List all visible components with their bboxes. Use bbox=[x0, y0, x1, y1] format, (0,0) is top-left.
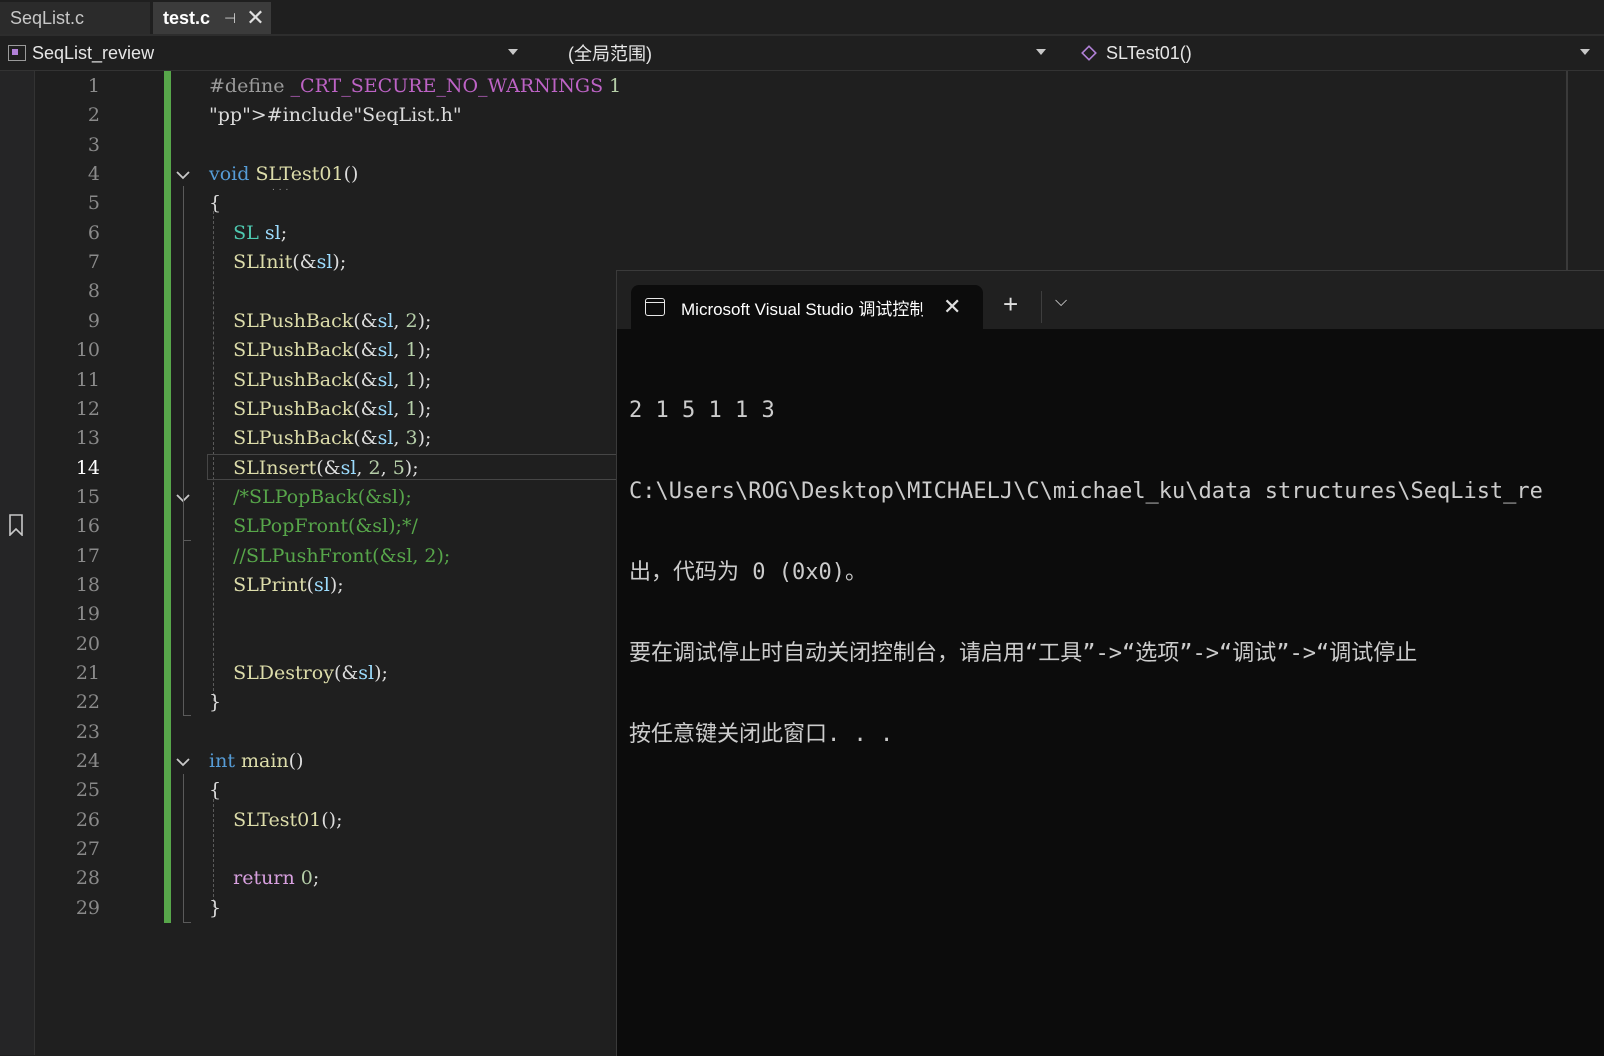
line-number: 3 bbox=[87, 133, 100, 156]
output-line: 出，代码为 0 (0x0)。 bbox=[629, 560, 867, 585]
chevron-down-icon[interactable] bbox=[1036, 49, 1046, 55]
bookmark-icon[interactable] bbox=[8, 514, 24, 536]
line-number: 18 bbox=[75, 573, 100, 596]
line-number: 25 bbox=[75, 779, 100, 802]
change-tracking-bar bbox=[164, 71, 171, 923]
line-number: 13 bbox=[75, 427, 100, 450]
project-dropdown[interactable]: SeqList_review bbox=[4, 39, 532, 67]
line-number: 21 bbox=[75, 662, 100, 684]
project-name: SeqList_review bbox=[32, 42, 155, 63]
line-number: 24 bbox=[75, 750, 100, 773]
outline-guide-end bbox=[183, 540, 191, 541]
line-number: 20 bbox=[75, 632, 100, 655]
code-line[interactable]: SLInsert(&sl, 2, 5); bbox=[209, 457, 418, 479]
chevron-down-icon[interactable] bbox=[1580, 49, 1590, 55]
tab-test-c[interactable]: test.c ⊣ ✕ bbox=[153, 2, 271, 34]
tab-seqlist-c[interactable]: SeqList.c bbox=[0, 2, 150, 34]
output-line: 按任意键关闭此窗口. . . bbox=[629, 722, 894, 747]
code-line[interactable]: { bbox=[209, 192, 221, 214]
code-line[interactable]: SLDestroy(&sl); bbox=[209, 662, 388, 684]
chevron-down-icon[interactable]: ⌵ bbox=[1055, 293, 1067, 311]
output-line: 要在调试停止时自动关闭控制台，请启用“工具”->“选项”->“调试”->“调试停… bbox=[629, 641, 1418, 666]
project-icon bbox=[8, 45, 26, 61]
outline-guide bbox=[183, 512, 184, 540]
code-line[interactable]: int main() bbox=[209, 750, 304, 772]
line-number: 17 bbox=[75, 544, 100, 567]
line-number: 29 bbox=[75, 896, 100, 919]
line-number: 11 bbox=[75, 368, 100, 391]
outline-guide bbox=[183, 774, 184, 922]
titlebar-divider bbox=[1041, 291, 1042, 323]
code-line[interactable]: //SLPushFront(&sl, 2); bbox=[209, 545, 450, 567]
code-line[interactable]: } bbox=[209, 897, 221, 919]
code-line[interactable]: SL sl; bbox=[209, 222, 287, 244]
tab-underline bbox=[0, 34, 1604, 36]
code-line[interactable]: SLPushBack(&sl, 1); bbox=[209, 398, 431, 420]
code-line[interactable]: SLPushBack(&sl, 3); bbox=[209, 427, 431, 449]
line-number: 2 bbox=[87, 104, 100, 127]
terminal-titlebar: Microsoft Visual Studio 调试控制台 ✕ + ⌵ bbox=[617, 271, 1604, 329]
line-number: 15 bbox=[75, 485, 100, 508]
code-line[interactable]: return 0; bbox=[209, 867, 319, 889]
line-number: 4 bbox=[87, 163, 100, 186]
scope-label: (全局范围) bbox=[568, 44, 652, 64]
line-number: 22 bbox=[75, 691, 100, 714]
tab-label: SeqList.c bbox=[10, 7, 85, 28]
output-line: 2 1 5 1 1 3 bbox=[629, 398, 775, 423]
code-line[interactable]: #define _CRT_SECURE_NO_WARNINGS 1 bbox=[209, 75, 621, 97]
member-label: SLTest01() bbox=[1106, 42, 1192, 63]
scope-dropdown[interactable]: (全局范围) bbox=[540, 39, 1060, 67]
line-number: 9 bbox=[87, 309, 100, 332]
code-line[interactable]: /*SLPopBack(&sl); bbox=[209, 486, 412, 508]
chevron-down-icon[interactable] bbox=[508, 49, 518, 55]
line-number: 26 bbox=[75, 808, 100, 831]
terminal-icon bbox=[645, 298, 665, 316]
terminal-tab[interactable]: Microsoft Visual Studio 调试控制台 ✕ bbox=[631, 285, 983, 329]
code-line[interactable]: void SLTest01() bbox=[209, 163, 358, 185]
navigation-bar: SeqList_review (全局范围) SLTest01() bbox=[0, 37, 1604, 71]
line-number: 16 bbox=[75, 515, 100, 538]
code-line[interactable]: SLTest01(); bbox=[209, 809, 342, 831]
member-dropdown[interactable]: SLTest01() bbox=[1074, 39, 1604, 67]
code-line[interactable]: SLPushBack(&sl, 1); bbox=[209, 369, 431, 391]
plus-icon[interactable]: + bbox=[1003, 289, 1018, 320]
line-number: 7 bbox=[87, 251, 100, 274]
code-line[interactable]: SLPrint(sl); bbox=[209, 574, 344, 596]
line-number: 12 bbox=[75, 397, 100, 420]
output-line: C:\Users\ROG\Desktop\MICHAELJ\C\michael_… bbox=[629, 479, 1543, 504]
line-number: 14 bbox=[75, 456, 100, 479]
line-number: 23 bbox=[75, 720, 100, 743]
indicator-margin[interactable] bbox=[0, 71, 35, 1055]
line-number: 10 bbox=[75, 339, 100, 362]
line-number: 1 bbox=[87, 75, 100, 97]
tab-label: test.c bbox=[163, 7, 211, 28]
vertical-scrollbar[interactable] bbox=[1566, 71, 1568, 271]
debug-console-window[interactable]: Microsoft Visual Studio 调试控制台 ✕ + ⌵ 2 1 … bbox=[616, 270, 1604, 1056]
code-line[interactable]: } bbox=[209, 691, 221, 713]
outline-guide bbox=[183, 186, 184, 715]
fold-chevron-icon[interactable] bbox=[175, 754, 191, 770]
code-line[interactable]: SLPushBack(&sl, 1); bbox=[209, 339, 431, 361]
line-number: 5 bbox=[87, 192, 100, 215]
code-line[interactable]: "pp">#include"SeqList.h" bbox=[209, 104, 462, 126]
outline-guide-end bbox=[183, 715, 191, 716]
code-line[interactable]: SLPopFront(&sl);*/ bbox=[209, 515, 418, 537]
line-number: 27 bbox=[75, 838, 100, 861]
outline-guide-end bbox=[183, 922, 191, 923]
close-icon[interactable]: ✕ bbox=[943, 294, 961, 320]
pin-icon[interactable]: ⊣ bbox=[224, 10, 236, 27]
fold-chevron-icon[interactable] bbox=[175, 167, 191, 183]
line-number: 19 bbox=[75, 603, 100, 626]
close-icon[interactable]: ✕ bbox=[246, 5, 264, 31]
code-line[interactable]: SLPushBack(&sl, 2); bbox=[209, 310, 431, 332]
line-number: 6 bbox=[87, 221, 100, 244]
terminal-output: 2 1 5 1 1 3 C:\Users\ROG\Desktop\MICHAEL… bbox=[629, 343, 1604, 802]
terminal-tab-title: Microsoft Visual Studio 调试控制台 bbox=[681, 299, 923, 319]
line-number: 28 bbox=[75, 867, 100, 890]
code-line[interactable]: SLInit(&sl); bbox=[209, 251, 346, 273]
document-tab-bar: SeqList.c test.c ⊣ ✕ bbox=[0, 0, 1604, 36]
line-number: 8 bbox=[87, 280, 100, 303]
cube-icon bbox=[1081, 45, 1097, 61]
code-line[interactable]: { bbox=[209, 779, 221, 801]
